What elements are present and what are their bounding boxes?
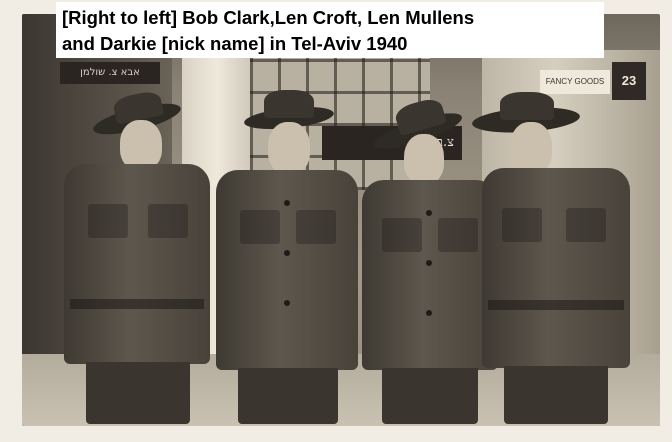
caption-line-1: [Right to left] Bob Clark,Len Croft, Len…: [62, 7, 475, 28]
photo-mount: אבא צ. שולמן צ.בליקוב 23 FANCY GOODS 23: [0, 0, 672, 442]
tunic-belt: [488, 300, 624, 310]
tunic-pocket: [566, 208, 606, 242]
fancy-goods-sign: FANCY GOODS: [540, 70, 610, 94]
tunic-button: [426, 260, 432, 266]
soldier-darkie: [62, 89, 212, 424]
tunic-pocket: [296, 210, 336, 244]
photograph: אבא צ. שולמן צ.בליקוב 23 FANCY GOODS 23: [22, 14, 660, 426]
tunic-button: [284, 200, 290, 206]
caption-line-2: and Darkie [nick name] in Tel-Aviv 1940: [62, 33, 408, 54]
soldier-len-croft: [360, 95, 500, 424]
tunic-button: [426, 310, 432, 316]
tunic-button: [284, 300, 290, 306]
tunic-pocket: [240, 210, 280, 244]
tunic-pocket: [438, 218, 478, 252]
uniform-tunic: [64, 164, 210, 364]
uniform-tunic: [482, 168, 630, 368]
face: [510, 122, 552, 174]
tunic-pocket: [148, 204, 188, 238]
tunic-button: [426, 210, 432, 216]
face: [120, 120, 162, 170]
tunic-pocket: [88, 204, 128, 238]
soldier-bob-clark: [471, 92, 632, 424]
hebrew-shop-sign-left: אבא צ. שולמן: [60, 62, 160, 84]
face: [268, 122, 310, 174]
slouch-hat-crown: [264, 90, 314, 118]
soldier-len-mullens: [212, 90, 362, 424]
photo-caption: [Right to left] Bob Clark,Len Croft, Len…: [56, 2, 604, 58]
tunic-button: [284, 250, 290, 256]
slouch-hat-crown: [500, 92, 554, 120]
tunic-belt: [70, 299, 204, 309]
trousers: [238, 368, 338, 424]
uniform-tunic: [362, 180, 498, 370]
trousers: [382, 368, 478, 424]
tunic-pocket: [502, 208, 542, 242]
trousers: [86, 362, 190, 424]
face: [404, 134, 444, 184]
tunic-pocket: [382, 218, 422, 252]
trousers: [504, 366, 608, 424]
